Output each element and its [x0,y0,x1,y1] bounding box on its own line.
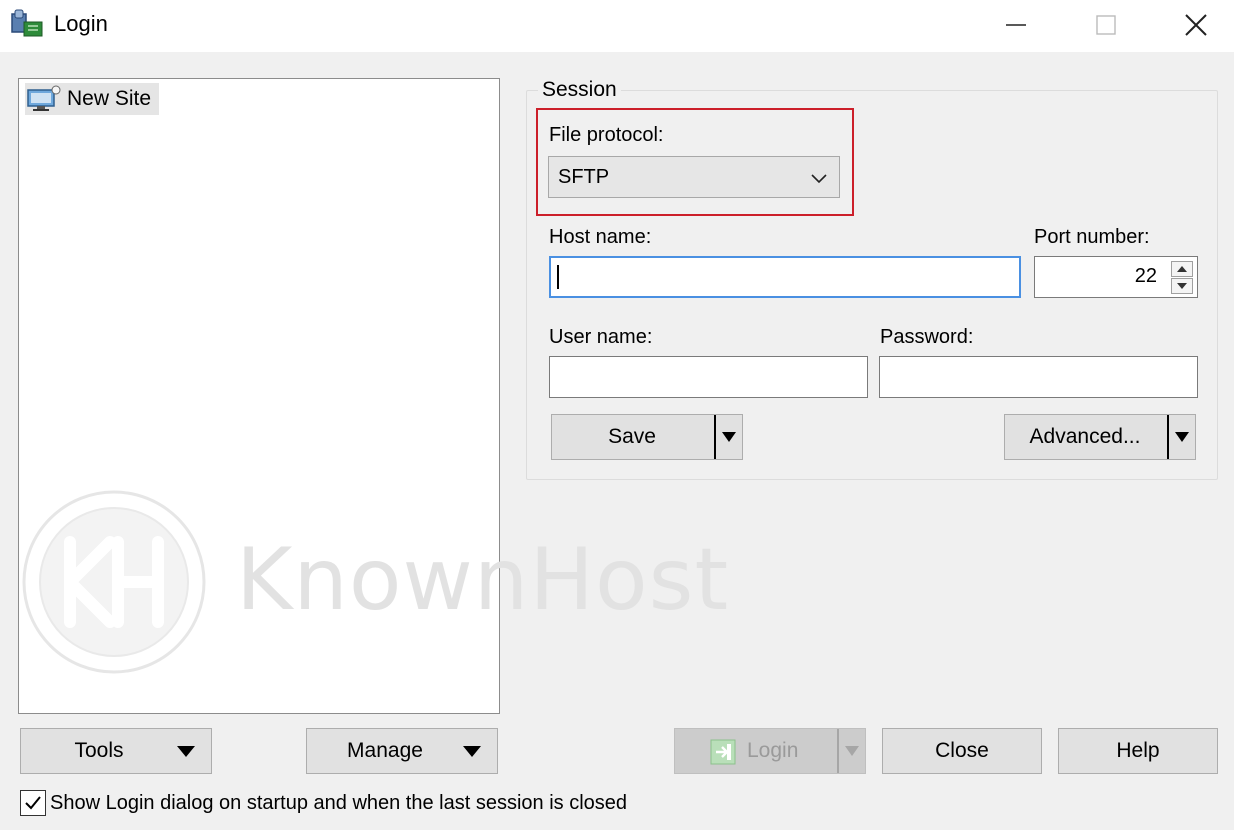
host-name-input[interactable] [549,256,1021,298]
arrow-down-icon [1177,283,1187,289]
minimize-icon [1006,24,1026,26]
port-number-value: 22 [1134,265,1157,287]
close-button-label: Close [935,739,989,762]
user-name-label: User name: [549,326,653,348]
app-icon [10,8,46,40]
login-button-label: Login [747,739,799,762]
port-increment-button[interactable] [1171,261,1193,277]
advanced-button[interactable]: Advanced... [1004,414,1196,460]
show-login-checkbox-label: Show Login dialog on startup and when th… [50,791,628,814]
maximize-button[interactable] [1076,0,1136,50]
file-protocol-label: File protocol: [549,124,664,146]
show-login-checkbox[interactable] [20,790,46,816]
show-login-option: Show Login dialog on startup and when th… [20,790,627,816]
site-tree[interactable]: New Site [18,78,500,714]
arrow-down-icon [463,746,481,757]
port-decrement-button[interactable] [1171,278,1193,294]
save-button-label: Save [608,425,656,448]
save-button[interactable]: Save [551,414,743,460]
window-title: Login [54,11,108,36]
save-dropdown-button[interactable] [714,415,742,459]
help-button-label: Help [1116,739,1160,762]
close-window-button[interactable] [1166,0,1226,50]
close-icon [1185,14,1207,36]
tools-button[interactable]: Tools [20,728,212,774]
text-caret [557,265,559,289]
session-group-label: Session [538,78,621,102]
checkmark-icon [25,796,41,810]
computer-icon [27,85,61,111]
help-button[interactable]: Help [1058,728,1218,774]
port-number-input[interactable]: 22 [1034,256,1198,298]
manage-button[interactable]: Manage [306,728,498,774]
chevron-down-icon [811,174,827,184]
tools-button-label: Tools [74,739,124,762]
arrow-down-icon [1175,432,1189,442]
file-protocol-select[interactable]: SFTP [548,156,840,198]
login-icon [710,739,736,765]
tree-item-new-site[interactable]: New Site [25,83,160,115]
login-button[interactable]: Login [674,728,866,774]
manage-button-label: Manage [347,739,423,762]
login-dropdown-button[interactable] [837,729,865,773]
arrow-down-icon [845,746,859,756]
title-bar [0,0,1234,52]
file-protocol-value: SFTP [558,165,610,188]
password-label: Password: [880,326,974,348]
arrow-down-icon [722,432,736,442]
advanced-dropdown-button[interactable] [1167,415,1195,459]
minimize-button[interactable] [986,0,1046,50]
password-input[interactable] [879,356,1198,398]
host-name-label: Host name: [549,226,652,248]
advanced-button-label: Advanced... [1029,425,1141,448]
port-number-label: Port number: [1034,226,1150,248]
maximize-icon [1096,15,1116,35]
arrow-up-icon [1177,266,1187,272]
arrow-down-icon [177,746,195,757]
tree-item-label: New Site [67,87,152,110]
user-name-input[interactable] [549,356,868,398]
close-button[interactable]: Close [882,728,1042,774]
